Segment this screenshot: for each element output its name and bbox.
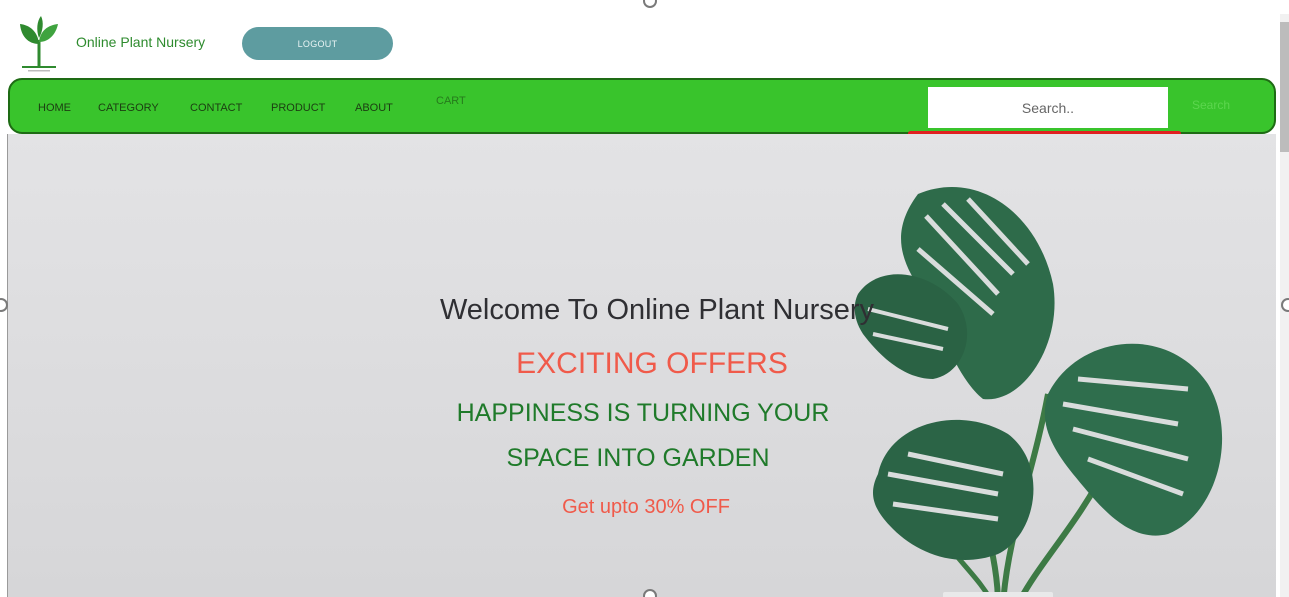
sprout-logo-icon[interactable] bbox=[18, 14, 60, 72]
nav-contact-link[interactable]: CONTACT bbox=[190, 102, 242, 114]
scrollbar-thumb[interactable] bbox=[1280, 22, 1289, 152]
hero-welcome-heading: Welcome To Online Plant Nursery bbox=[439, 294, 875, 326]
hero-tagline-line1: HAPPINESS IS TURNING YOUR bbox=[456, 399, 830, 427]
frame-border bbox=[7, 134, 8, 597]
nav-cart-link[interactable]: CART bbox=[436, 95, 466, 107]
hero-discount-text: Get upto 30% OFF bbox=[562, 496, 730, 518]
nav-about-link[interactable]: ABOUT bbox=[355, 102, 393, 114]
hero-offers-text: EXCITING OFFERS bbox=[516, 347, 788, 380]
hero-banner: Welcome To Online Plant Nursery EXCITING… bbox=[8, 134, 1276, 597]
site-name[interactable]: Online Plant Nursery bbox=[76, 34, 205, 50]
search-button[interactable]: Search bbox=[1192, 98, 1230, 112]
header: Online Plant Nursery LOGOUT bbox=[0, 0, 1280, 78]
nav-product-link[interactable]: PRODUCT bbox=[271, 102, 325, 114]
nav-category-link[interactable]: CATEGORY bbox=[98, 102, 159, 114]
monstera-plant-image bbox=[854, 187, 1223, 597]
hero-tagline-line2: SPACE INTO GARDEN bbox=[506, 444, 770, 472]
resize-handle-right[interactable] bbox=[1281, 298, 1289, 312]
nav-bar: HOME CATEGORY CONTACT PRODUCT ABOUT CART… bbox=[8, 78, 1276, 134]
page: Online Plant Nursery LOGOUT HOME CATEGOR… bbox=[0, 0, 1289, 597]
nav-home-link[interactable]: HOME bbox=[38, 102, 71, 114]
search-input[interactable] bbox=[928, 87, 1168, 128]
resize-handle-bottom[interactable] bbox=[643, 589, 657, 597]
logout-button[interactable]: LOGOUT bbox=[242, 27, 393, 60]
